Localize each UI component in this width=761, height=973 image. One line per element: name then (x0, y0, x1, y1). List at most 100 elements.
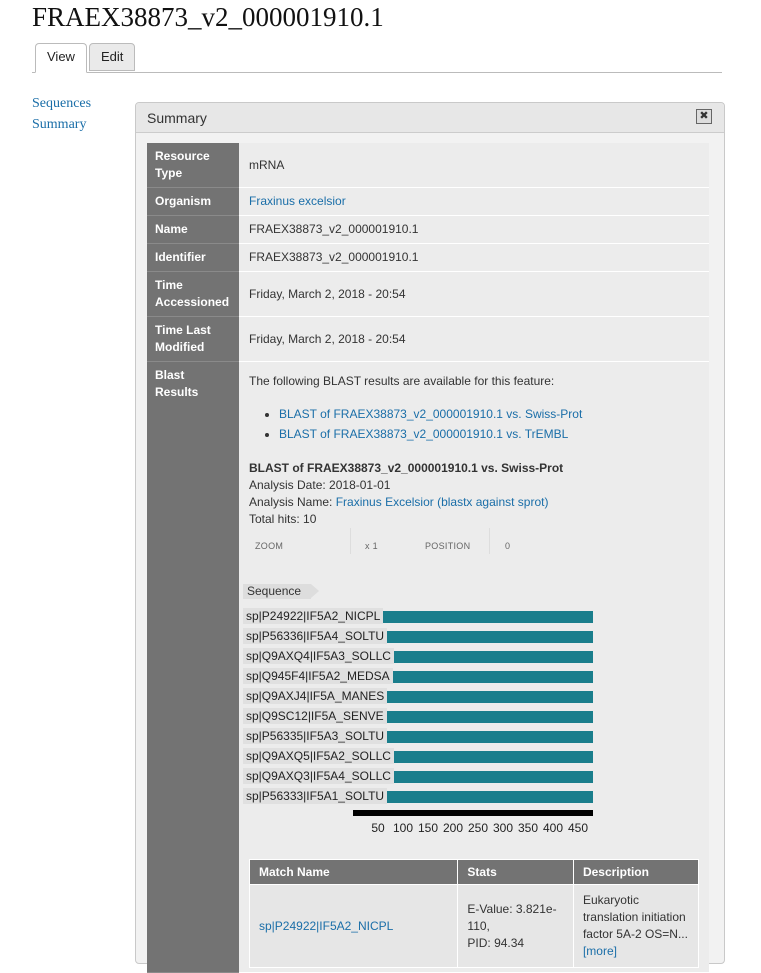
blast-results-cell: The following BLAST results are availabl… (239, 361, 709, 973)
property-label: Time Last Modified (147, 316, 239, 362)
column-header[interactable]: Description (572, 859, 700, 885)
properties-table: Resource Type mRNA Organism Fraxinus exc… (147, 143, 709, 973)
analysis-name: Analysis Name: Fraxinus Excelsior (blast… (249, 494, 699, 511)
organism-link[interactable]: Fraxinus excelsior (249, 194, 346, 208)
hit-bar[interactable] (353, 731, 593, 743)
hit-bar[interactable] (353, 611, 593, 623)
panel-header: Summary ✖ (136, 103, 724, 133)
divider (489, 528, 490, 554)
blast-hit-row[interactable]: sp|Q9AXQ5|IF5A2_SOLLC (243, 748, 593, 764)
blast-hit-row[interactable]: sp|P56335|IF5A3_SOLTU (243, 728, 593, 744)
total-hits-value: 10 (303, 512, 317, 526)
property-value: FRAEX38873_v2_000001910.1 (239, 243, 709, 272)
hit-bar[interactable] (353, 791, 593, 803)
property-value: FRAEX38873_v2_000001910.1 (239, 215, 709, 244)
table-header-row: Match Name Stats Description (248, 859, 700, 885)
nav-link-summary[interactable]: Summary (32, 114, 91, 135)
blast-hit-row[interactable]: sp|Q945F4|IF5A2_MEDSA (243, 668, 593, 684)
analysis-date: Analysis Date: 2018-01-01 (249, 477, 699, 494)
nav-link-sequences[interactable]: Sequences (32, 93, 91, 114)
property-value-cell: Fraxinus excelsior (239, 187, 709, 216)
match-cell: sp|P24922|IF5A2_NICPL (248, 884, 459, 968)
analysis-date-label: Analysis Date: (249, 478, 326, 492)
left-nav: Sequences Summary (32, 93, 91, 135)
hit-bar[interactable] (353, 691, 593, 703)
property-value: mRNA (239, 143, 709, 188)
scale-axis (353, 810, 593, 816)
blast-hit-row[interactable]: sp|P56336|IF5A4_SOLTU (243, 628, 593, 644)
close-icon[interactable]: ✖ (696, 109, 712, 124)
sequence-label: Sequence (243, 584, 320, 599)
blast-heading: BLAST of FRAEX38873_v2_000001910.1 vs. S… (249, 461, 564, 475)
hit-label: sp|P56333|IF5A1_SOLTU (243, 788, 388, 804)
panel-title: Summary (147, 110, 207, 126)
property-label: Identifier (147, 243, 239, 272)
property-value: Friday, March 2, 2018 - 20:54 (239, 271, 709, 317)
axis-tick-label: 150 (417, 821, 439, 835)
hit-label: sp|P56336|IF5A4_SOLTU (243, 628, 388, 644)
blast-hit-row[interactable]: sp|Q9AXQ3|IF5A4_SOLLC (243, 768, 593, 784)
divider (350, 528, 351, 554)
property-value: Friday, March 2, 2018 - 20:54 (239, 316, 709, 362)
zoom-value[interactable]: x 1 (365, 538, 378, 555)
tab-edit[interactable]: Edit (89, 43, 136, 71)
property-row: Resource Type mRNA (147, 143, 709, 188)
tab-bar: View Edit (32, 42, 722, 73)
pid: PID: 94.34 (467, 935, 525, 950)
position-label: POSITION (425, 541, 471, 551)
axis-tick-label: 50 (371, 821, 385, 835)
analysis-date-value: 2018-01-01 (329, 478, 391, 492)
zoom-label: ZOOM (255, 541, 284, 551)
property-label: Time Accessioned (147, 271, 239, 317)
property-row: Name FRAEX38873_v2_000001910.1 (147, 215, 709, 244)
table-row: sp|P24922|IF5A2_NICPL E-Value: 3.821e-11… (248, 884, 700, 968)
total-hits-label: Total hits: (249, 512, 300, 526)
property-row: Time Accessioned Friday, March 2, 2018 -… (147, 271, 709, 317)
blast-hit-row[interactable]: sp|P56333|IF5A1_SOLTU (243, 788, 593, 804)
blast-hit-row[interactable]: sp|Q9SC12|IF5A_SENVE (243, 708, 593, 724)
blast-hit-row[interactable]: sp|Q9AXQ4|IF5A3_SOLLC (243, 648, 593, 664)
hit-bar[interactable] (353, 711, 593, 723)
match-name-link[interactable]: sp|P24922|IF5A2_NICPL (259, 919, 393, 933)
hit-bar[interactable] (353, 631, 593, 643)
axis-tick-label: 300 (492, 821, 514, 835)
blast-link-list: BLAST of FRAEX38873_v2_000001910.1 vs. S… (249, 406, 699, 442)
more-link[interactable]: [more] (583, 944, 617, 958)
list-item: BLAST of FRAEX38873_v2_000001910.1 vs. S… (279, 406, 699, 422)
property-row: Blast Results The following BLAST result… (147, 361, 709, 973)
hit-label: sp|Q9SC12|IF5A_SENVE (243, 708, 387, 724)
description-cell: Eukaryotic translation initiation factor… (572, 884, 700, 968)
axis-tick-label: 200 (442, 821, 464, 835)
blast-link-trembl[interactable]: BLAST of FRAEX38873_v2_000001910.1 vs. T… (279, 427, 568, 441)
page-title: FRAEX38873_v2_000001910.1 (32, 2, 384, 32)
property-label: Resource Type (147, 143, 239, 188)
column-header[interactable]: Stats (457, 859, 574, 885)
tab-view[interactable]: View (35, 43, 87, 73)
property-row: Organism Fraxinus excelsior (147, 187, 709, 216)
property-label: Blast Results (147, 361, 239, 973)
column-header[interactable]: Match Name (248, 859, 459, 885)
hit-label: sp|P56335|IF5A3_SOLTU (243, 728, 388, 744)
hit-label: sp|Q9AXJ4|IF5A_MANES (243, 688, 388, 704)
evalue: E-Value: 3.821e-110, (467, 901, 557, 933)
total-hits: Total hits: 10 (249, 511, 699, 528)
axis-tick-label: 250 (467, 821, 489, 835)
axis-tick-label: 450 (567, 821, 589, 835)
position-value: 0 (505, 541, 511, 551)
hit-label: sp|Q9AXQ3|IF5A4_SOLLC (243, 768, 394, 784)
hit-label: sp|P24922|IF5A2_NICPL (243, 608, 384, 624)
blast-link-swissprot[interactable]: BLAST of FRAEX38873_v2_000001910.1 vs. S… (279, 407, 582, 421)
axis-tick-label: 350 (517, 821, 539, 835)
description-text: Eukaryotic translation initiation factor… (582, 893, 688, 941)
blast-hit-viewer: ZOOM x 1 POSITION 0 Sequence sp|P24922|I… (243, 528, 603, 835)
axis-tick-label: 100 (392, 821, 414, 835)
property-row: Identifier FRAEX38873_v2_000001910.1 (147, 243, 709, 272)
blast-hit-row[interactable]: sp|P24922|IF5A2_NICPL (243, 608, 593, 624)
blast-hit-row[interactable]: sp|Q9AXJ4|IF5A_MANES (243, 688, 593, 704)
summary-panel: Summary ✖ Resource Type mRNA Organism Fr… (135, 102, 725, 973)
hit-label: sp|Q9AXQ4|IF5A3_SOLLC (243, 648, 394, 664)
property-row: Time Last Modified Friday, March 2, 2018… (147, 316, 709, 362)
analysis-name-link[interactable]: Fraxinus Excelsior (blastx against sprot… (336, 495, 549, 509)
list-item: BLAST of FRAEX38873_v2_000001910.1 vs. T… (279, 426, 699, 442)
blast-intro: The following BLAST results are availabl… (249, 374, 555, 388)
